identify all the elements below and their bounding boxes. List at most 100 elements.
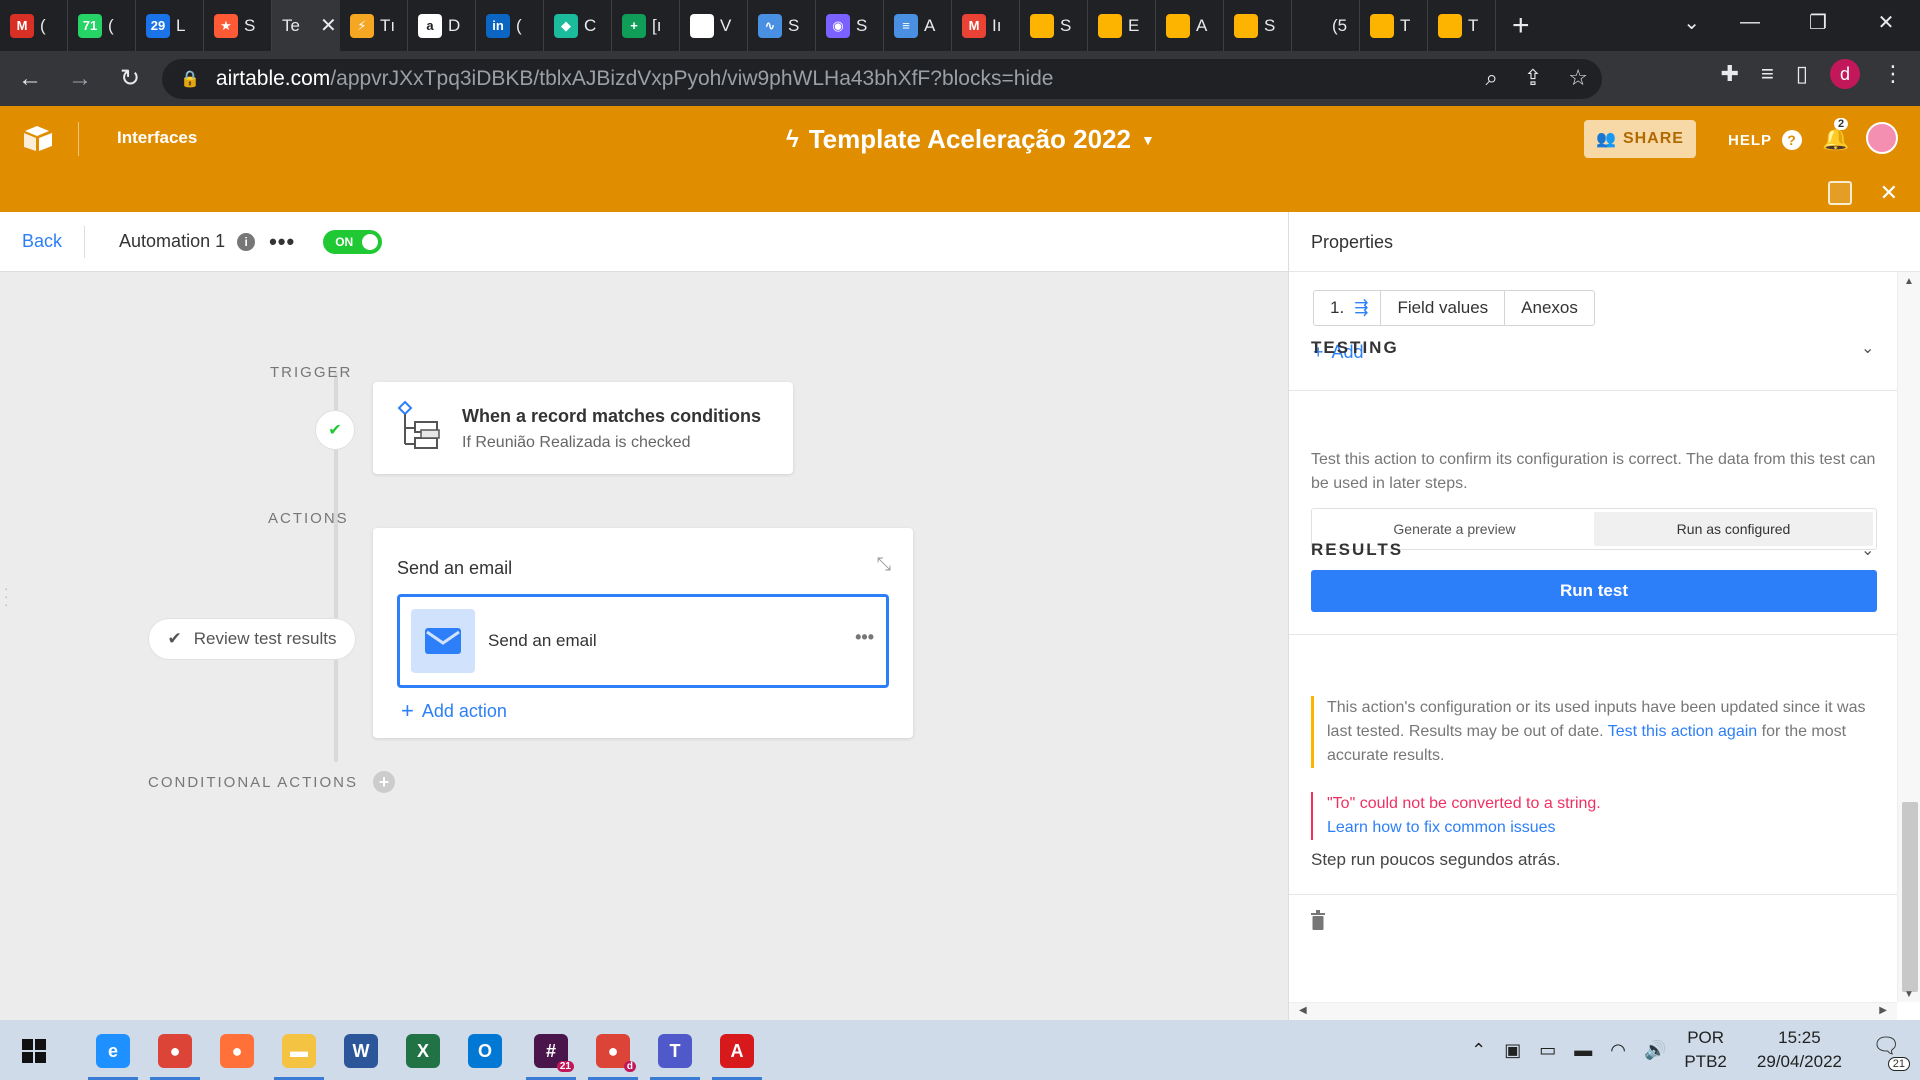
test-again-link[interactable]: Test this action again xyxy=(1608,723,1757,740)
forward-arrow-icon[interactable]: → xyxy=(60,59,100,99)
taskbar-app[interactable]: O xyxy=(456,1026,514,1076)
volume-icon[interactable]: 🔊 xyxy=(1644,1040,1666,1061)
testing-chevron-icon[interactable]: ⌄ xyxy=(1861,338,1874,358)
properties-vertical-scrollbar[interactable]: ▲ ▼ xyxy=(1897,272,1920,1002)
close-tab-icon[interactable]: ✕ xyxy=(320,13,337,38)
review-test-results-button[interactable]: ✔ Review test results xyxy=(148,618,356,660)
automation-name[interactable]: Automation 1 xyxy=(119,231,225,252)
send-email-step[interactable]: Send an email ••• xyxy=(397,594,889,688)
collapse-icon[interactable]: ⤡ xyxy=(877,554,891,575)
minimize-icon[interactable]: — xyxy=(1716,0,1784,44)
browser-tab[interactable]: T xyxy=(1360,0,1428,51)
close-icon[interactable]: ✕ xyxy=(1880,180,1898,206)
keyboard-language[interactable]: POR PTB2 xyxy=(1684,1026,1727,1074)
share-button[interactable]: 👥 SHARE xyxy=(1584,120,1696,158)
browser-tab[interactable]: T xyxy=(1428,0,1496,51)
back-link[interactable]: Back xyxy=(22,231,62,252)
tray-chevron-icon[interactable]: ⌃ xyxy=(1471,1040,1486,1061)
browser-tab[interactable]: + [ı xyxy=(612,0,680,51)
taskbar-app[interactable]: e xyxy=(84,1026,142,1080)
more-options-icon[interactable]: ••• xyxy=(269,229,295,255)
browser-tab[interactable]: Te ✕ xyxy=(272,0,340,51)
scroll-right-icon[interactable]: ▶ xyxy=(1879,1005,1887,1016)
taskbar-app[interactable]: X xyxy=(394,1026,452,1076)
step-more-icon[interactable]: ••• xyxy=(855,627,874,648)
browser-tab[interactable]: aD xyxy=(408,0,476,51)
info-icon[interactable]: i xyxy=(237,232,256,251)
address-bar[interactable]: 🔒 airtable.com/appvrJXxTpq3iDBKB/tblxAJB… xyxy=(162,59,1602,99)
browser-tab[interactable]: A xyxy=(1156,0,1224,51)
display-icon[interactable]: ▭ xyxy=(1539,1040,1556,1061)
run-test-button[interactable]: Run test xyxy=(1311,570,1877,612)
menu-kebab-icon[interactable]: ⋮ xyxy=(1882,61,1904,87)
side-panel-icon[interactable]: ▯ xyxy=(1796,61,1808,87)
browser-tab[interactable]: in ( xyxy=(476,0,544,51)
browser-tab[interactable]: ⚡ Tı xyxy=(340,0,408,51)
fullscreen-icon[interactable] xyxy=(1827,181,1852,205)
browser-tab[interactable]: ∿ S xyxy=(748,0,816,51)
taskbar-app[interactable]: ● xyxy=(146,1026,204,1080)
windows-start-icon[interactable] xyxy=(22,1039,46,1063)
wifi-icon[interactable]: ◠ xyxy=(1610,1040,1626,1061)
help-button[interactable]: HELP ? xyxy=(1728,130,1803,150)
browser-tab[interactable]: ★ S xyxy=(204,0,272,51)
browser-tab[interactable]: V xyxy=(680,0,748,51)
bookmark-star-icon[interactable]: ☆ xyxy=(1568,65,1588,91)
scroll-up-icon[interactable]: ▲ xyxy=(1904,276,1914,287)
battery-icon[interactable]: ▬ xyxy=(1574,1040,1592,1061)
browser-tab[interactable]: M( xyxy=(0,0,68,51)
interfaces-link[interactable]: Interfaces xyxy=(117,128,197,148)
extensions-icon[interactable]: ✚ xyxy=(1721,61,1739,87)
back-arrow-icon[interactable]: ← xyxy=(10,59,50,99)
browser-tab[interactable]: ◉ S xyxy=(816,0,884,51)
results-chevron-icon[interactable]: ⌄ xyxy=(1861,540,1874,560)
option-run-as-configured[interactable]: Run as configured xyxy=(1594,512,1873,546)
tab-search-icon[interactable]: ⌄ xyxy=(1683,10,1700,35)
media-icon[interactable]: ≡ xyxy=(1761,61,1774,87)
browser-tab[interactable]: 29 L xyxy=(136,0,204,51)
browser-tab[interactable]: (5 🔈 xyxy=(1292,0,1360,51)
clock[interactable]: 15:25 29/04/2022 xyxy=(1757,1026,1842,1074)
taskbar-app[interactable]: #21 xyxy=(522,1026,580,1080)
new-tab-icon[interactable]: + xyxy=(1512,9,1530,43)
browser-tab[interactable]: 71 ( xyxy=(68,0,136,51)
notifications-bell-icon[interactable]: 🔔 2 xyxy=(1822,118,1849,152)
drag-handle-icon[interactable]: · · · xyxy=(4,581,9,611)
user-avatar[interactable] xyxy=(1866,122,1898,154)
properties-horizontal-scrollbar[interactable]: ◀ ▶ xyxy=(1289,1002,1897,1020)
add-action-button[interactable]: + Add action xyxy=(401,698,507,724)
taskbar-app[interactable]: T xyxy=(646,1026,704,1080)
trigger-card[interactable]: When a record matches conditions If Reun… xyxy=(373,382,793,474)
trash-icon[interactable] xyxy=(1311,910,1325,930)
browser-tab[interactable]: ◆ C xyxy=(544,0,612,51)
token-anexos[interactable]: Anexos xyxy=(1505,291,1594,325)
base-title[interactable]: ϟ Template Aceleração 2022 ▼ xyxy=(786,124,1155,155)
action-center-icon[interactable]: 🗨 21 xyxy=(1872,1033,1910,1071)
reload-icon[interactable]: ↻ xyxy=(110,59,150,99)
airtable-logo-icon[interactable] xyxy=(22,124,56,154)
close-window-icon[interactable]: ✕ xyxy=(1852,0,1920,44)
taskbar-app[interactable]: ● xyxy=(208,1026,266,1076)
taskbar-app[interactable]: A xyxy=(708,1026,766,1080)
meet-icon[interactable]: ▣ xyxy=(1504,1040,1521,1061)
taskbar-app[interactable]: ▬ xyxy=(270,1026,328,1080)
attachment-field-tokens[interactable]: 1. ⇶ Field values Anexos xyxy=(1313,290,1595,326)
taskbar-app[interactable]: ● d xyxy=(584,1026,642,1080)
scroll-left-icon[interactable]: ◀ xyxy=(1299,1005,1307,1016)
token-step-number[interactable]: 1. ⇶ xyxy=(1314,291,1382,325)
scroll-down-icon[interactable]: ▼ xyxy=(1904,989,1914,1000)
browser-tab[interactable]: E xyxy=(1088,0,1156,51)
restore-icon[interactable]: ❐ xyxy=(1784,0,1852,44)
taskbar-app[interactable]: W xyxy=(332,1026,390,1076)
browser-tab[interactable]: M Iı xyxy=(952,0,1020,51)
browser-tab[interactable]: S xyxy=(1020,0,1088,51)
profile-avatar[interactable]: d xyxy=(1830,59,1860,89)
zoom-icon[interactable]: ⌕ xyxy=(1486,65,1498,91)
scroll-thumb[interactable] xyxy=(1902,802,1918,992)
automation-on-toggle[interactable]: ON xyxy=(323,229,383,254)
add-conditional-icon[interactable]: + xyxy=(373,771,395,793)
browser-tab[interactable]: S xyxy=(1224,0,1292,51)
fix-issues-link[interactable]: Learn how to fix common issues xyxy=(1327,816,1877,840)
share-page-icon[interactable]: ⇪ xyxy=(1524,65,1542,91)
browser-tab[interactable]: ≡ A xyxy=(884,0,952,51)
